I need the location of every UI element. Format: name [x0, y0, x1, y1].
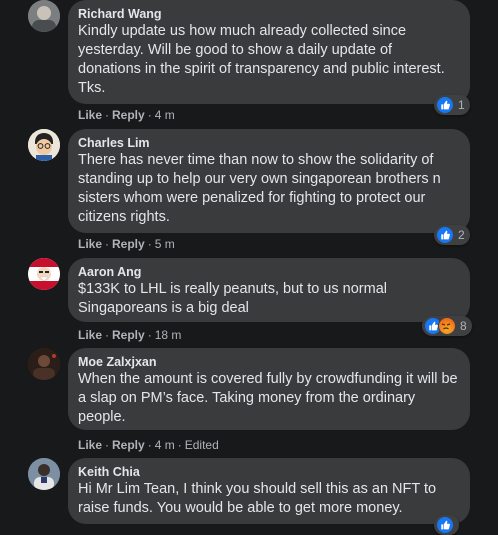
- reaction-count: 1: [458, 98, 465, 112]
- reaction-summary[interactable]: 8: [422, 316, 472, 336]
- like-reaction-icon: [436, 226, 454, 244]
- reply-action[interactable]: Reply: [112, 108, 145, 122]
- like-action[interactable]: Like: [78, 108, 102, 122]
- comment-text: Kindly update us how much already collec…: [78, 23, 445, 96]
- reaction-count: 2: [458, 228, 465, 242]
- reaction-summary[interactable]: [434, 515, 459, 535]
- comment-timestamp[interactable]: 18 m: [155, 328, 182, 342]
- comment-author[interactable]: Richard Wang: [78, 7, 458, 22]
- edited-label[interactable]: Edited: [185, 438, 219, 452]
- avatar[interactable]: [28, 0, 60, 32]
- like-reaction-icon: [436, 516, 454, 534]
- like-action[interactable]: Like: [78, 237, 102, 251]
- comment-bubble: Charles Lim There has never time than no…: [68, 129, 470, 233]
- like-reaction-icon: [436, 96, 454, 114]
- reaction-count: 8: [460, 319, 467, 333]
- comment-text: $133K to LHL is really peanuts, but to u…: [78, 281, 387, 316]
- comment-author[interactable]: Moe Zalxjxan: [78, 355, 458, 370]
- comment-text: There has never time than now to show th…: [78, 152, 441, 225]
- reply-action[interactable]: Reply: [112, 438, 145, 452]
- comment-actions: Like · Reply · 18 m: [78, 328, 182, 342]
- comment-actions: Like · Reply · 5 m: [78, 237, 175, 251]
- avatar[interactable]: [28, 129, 60, 161]
- like-action[interactable]: Like: [78, 438, 102, 452]
- comment-actions: Like · Reply · 4 m · Edited: [78, 438, 219, 452]
- comment-actions: Like · Reply · 4 m: [78, 108, 175, 122]
- comment-author[interactable]: Aaron Ang: [78, 265, 458, 280]
- reply-action[interactable]: Reply: [112, 328, 145, 342]
- comment-author[interactable]: Charles Lim: [78, 136, 458, 151]
- comment-bubble: Aaron Ang $133K to LHL is really peanuts…: [68, 258, 470, 322]
- comment-bubble: Keith Chia Hi Mr Lim Tean, I think you s…: [68, 458, 470, 524]
- comment-text: When the amount is covered fully by crow…: [78, 371, 458, 425]
- avatar[interactable]: [28, 348, 60, 380]
- comment-bubble: Moe Zalxjxan When the amount is covered …: [68, 348, 470, 430]
- comment-timestamp[interactable]: 4 m: [155, 438, 175, 452]
- comment-bubble: Richard Wang Kindly update us how much a…: [68, 0, 470, 104]
- angry-reaction-icon: [438, 317, 456, 335]
- reply-action[interactable]: Reply: [112, 237, 145, 251]
- comment-timestamp[interactable]: 5 m: [155, 237, 175, 251]
- avatar[interactable]: [28, 258, 60, 290]
- reaction-summary[interactable]: 1: [434, 95, 470, 115]
- like-action[interactable]: Like: [78, 328, 102, 342]
- comment-author[interactable]: Keith Chia: [78, 465, 458, 480]
- avatar[interactable]: [28, 458, 60, 490]
- comment-text: Hi Mr Lim Tean, I think you should sell …: [78, 481, 437, 516]
- comment-timestamp[interactable]: 4 m: [155, 108, 175, 122]
- reaction-summary[interactable]: 2: [434, 225, 470, 245]
